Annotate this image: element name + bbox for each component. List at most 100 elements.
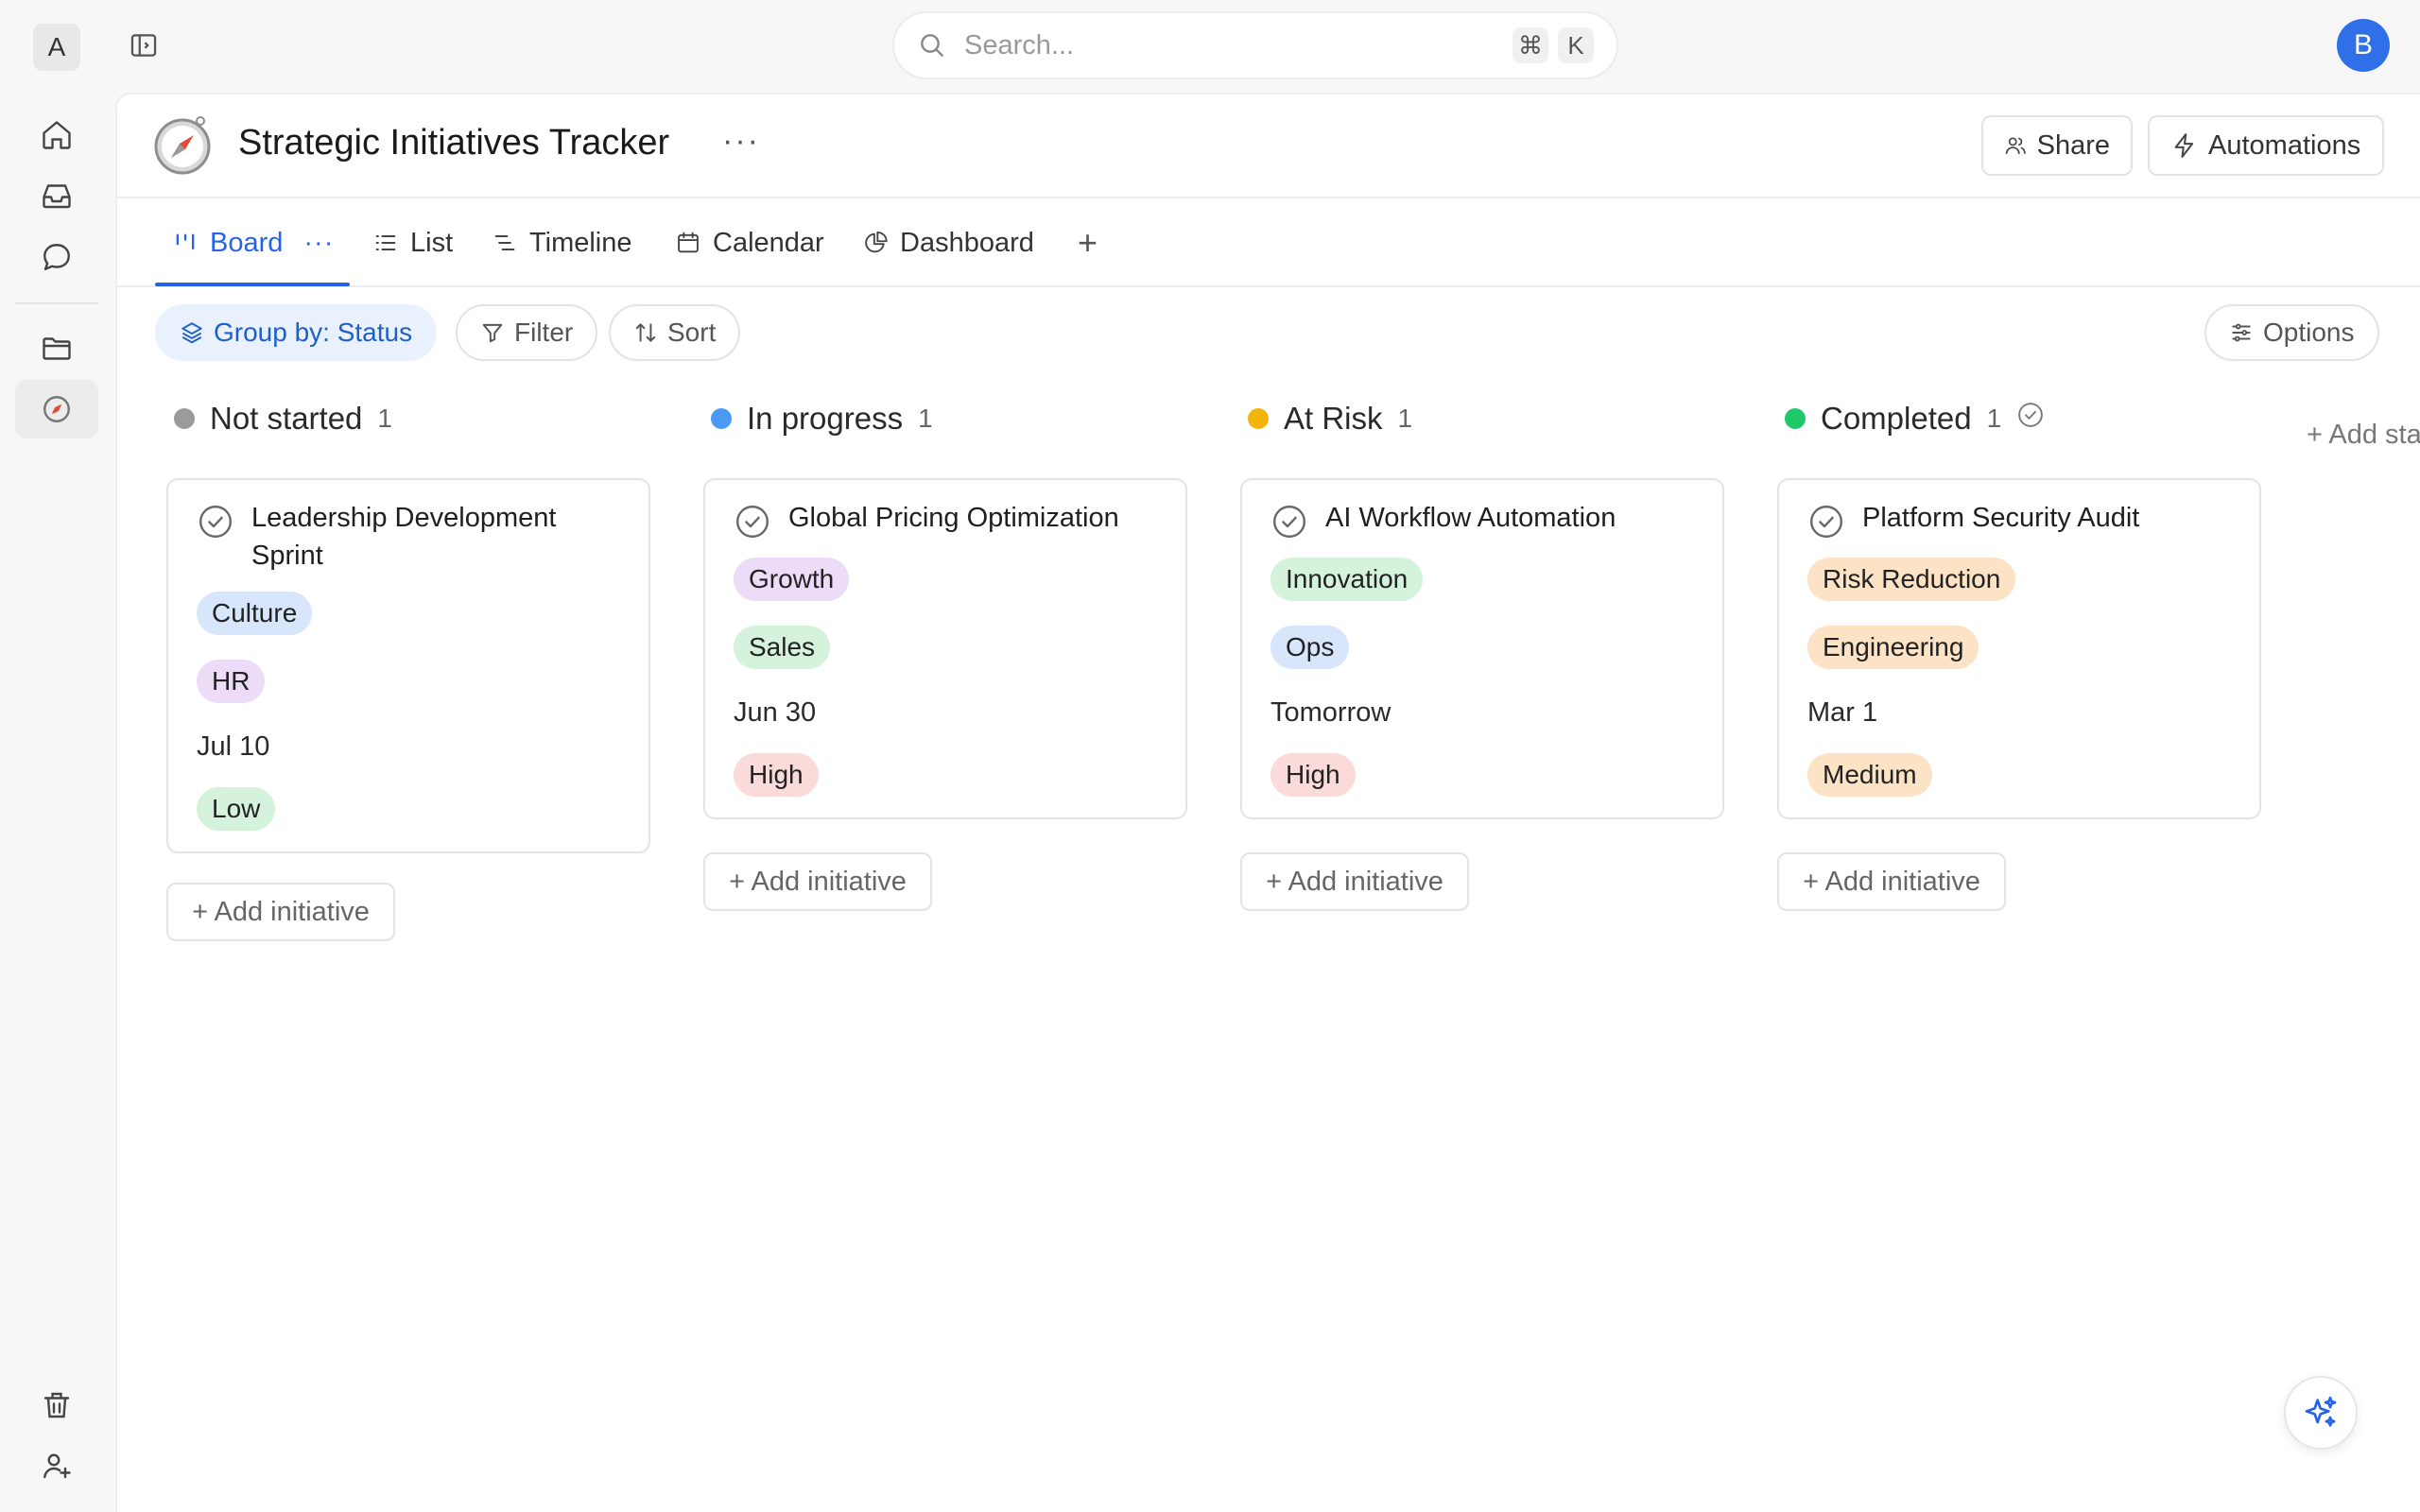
priority-tag[interactable]: Medium — [1807, 753, 1932, 797]
priority-tag[interactable]: Low — [197, 787, 276, 831]
sliders-icon — [2232, 323, 2251, 342]
priority-tag[interactable]: High — [1270, 753, 1356, 797]
initiative-card[interactable]: Global Pricing Optimization Growth Sales… — [703, 478, 1187, 819]
initiative-card[interactable]: AI Workflow Automation Innovation Ops To… — [1240, 478, 1724, 819]
add-initiative-button[interactable]: + Add initiative — [1777, 852, 2006, 911]
search-bar[interactable]: ⌘ K — [892, 11, 1618, 79]
initiative-card[interactable]: Leadership Development Sprint Culture HR… — [166, 478, 650, 853]
trash-button[interactable] — [15, 1376, 98, 1435]
tab-timeline-label: Timeline — [529, 227, 632, 258]
column-count: 1 — [1397, 404, 1413, 433]
tag[interactable]: Culture — [197, 592, 313, 635]
share-button[interactable]: Share — [1981, 115, 2133, 176]
sort-label: Sort — [667, 318, 717, 347]
share-label: Share — [2036, 129, 2110, 161]
invite-member-button[interactable] — [15, 1436, 98, 1495]
due-date: Mar 1 — [1807, 697, 1878, 728]
group-by-button[interactable]: Group by: Status — [155, 304, 438, 361]
completed-status-icon — [2016, 401, 2045, 437]
chat-button[interactable] — [15, 228, 98, 286]
tab-board[interactable]: Board ··· — [172, 198, 334, 287]
column-count: 1 — [918, 404, 933, 433]
initiative-card[interactable]: Platform Security Audit Risk Reduction E… — [1777, 478, 2261, 819]
tag[interactable]: Growth — [734, 558, 850, 601]
check-circle-icon[interactable] — [1807, 503, 1845, 541]
column-header-at-risk[interactable]: At Risk 1 — [1248, 401, 1412, 437]
inbox-button[interactable] — [15, 166, 98, 225]
tab-calendar[interactable]: Calendar — [675, 198, 824, 287]
column-name: At Risk — [1284, 401, 1383, 436]
automations-button[interactable]: Automations — [2148, 115, 2384, 176]
ai-assistant-button[interactable] — [2284, 1376, 2358, 1450]
card-title: AI Workflow Automation — [1325, 503, 1616, 533]
filter-button[interactable]: Filter — [456, 304, 598, 361]
shortcut-key: K — [1558, 27, 1594, 63]
tag[interactable]: HR — [197, 660, 266, 703]
due-date: Jun 30 — [734, 697, 817, 728]
filter-icon — [482, 323, 503, 343]
check-circle-icon[interactable] — [1270, 503, 1308, 541]
timeline-icon — [494, 234, 515, 251]
compass-icon — [43, 396, 70, 422]
priority-tag[interactable]: High — [734, 753, 819, 797]
toggle-sidebar-button[interactable] — [125, 26, 163, 64]
tab-list[interactable]: List — [372, 198, 453, 287]
options-button[interactable]: Options — [2204, 304, 2379, 361]
status-dot — [711, 408, 732, 429]
automations-label: Automations — [2208, 129, 2361, 161]
search-icon — [921, 34, 943, 57]
tag[interactable]: Innovation — [1270, 558, 1424, 601]
tab-dashboard[interactable]: Dashboard — [862, 198, 1034, 287]
column-header-completed[interactable]: Completed 1 — [1785, 401, 2045, 437]
card-title: Global Pricing Optimization — [788, 503, 1119, 533]
filter-label: Filter — [514, 318, 574, 347]
board-more-button[interactable]: ··· — [303, 228, 334, 259]
layers-icon — [182, 322, 202, 344]
home-icon — [43, 121, 71, 149]
home-button[interactable] — [15, 106, 98, 164]
tag[interactable]: Sales — [734, 626, 831, 669]
user-avatar[interactable]: B — [2337, 19, 2390, 72]
check-circle-icon[interactable] — [197, 503, 234, 541]
status-dot — [1248, 408, 1269, 429]
current-page-button[interactable] — [15, 380, 98, 438]
group-by-label: Group by: Status — [214, 318, 413, 347]
page-header: Strategic Initiatives Tracker ··· Share … — [117, 94, 2420, 198]
tag[interactable]: Engineering — [1807, 626, 1979, 669]
left-rail: A — [0, 0, 115, 1512]
calendar-icon — [678, 232, 699, 253]
workspace-avatar[interactable]: A — [33, 24, 80, 71]
tag[interactable]: Ops — [1270, 626, 1350, 669]
board-icon — [176, 233, 195, 249]
due-date: Tomorrow — [1270, 697, 1392, 728]
tab-timeline[interactable]: Timeline — [492, 198, 632, 287]
projects-button[interactable] — [15, 319, 98, 378]
status-dot — [1785, 408, 1806, 429]
tag[interactable]: Risk Reduction — [1807, 558, 2016, 601]
column-name: Completed — [1821, 401, 1972, 436]
sparkles-icon — [2305, 1396, 2337, 1427]
add-initiative-button[interactable]: + Add initiative — [1240, 852, 1469, 911]
tab-dashboard-label: Dashboard — [900, 227, 1034, 258]
page-title: Strategic Initiatives Tracker — [238, 123, 670, 163]
column-header-in-progress[interactable]: In progress 1 — [711, 401, 933, 437]
add-initiative-button[interactable]: + Add initiative — [166, 883, 395, 941]
tab-calendar-label: Calendar — [713, 227, 824, 258]
add-status-button[interactable]: + Add status — [2307, 420, 2420, 451]
column-header-not-started[interactable]: Not started 1 — [174, 401, 392, 437]
sort-icon — [635, 323, 656, 342]
add-initiative-button[interactable]: + Add initiative — [703, 852, 932, 911]
card-title: Leadership Development Sprint — [251, 503, 557, 571]
column-name: Not started — [210, 401, 363, 436]
page-more-button[interactable]: ··· — [722, 123, 760, 160]
add-view-button[interactable]: + — [1078, 198, 1098, 287]
active-tab-indicator — [155, 283, 350, 286]
sort-button[interactable]: Sort — [609, 304, 741, 361]
compass-icon[interactable] — [151, 113, 214, 176]
users-icon — [2005, 137, 2026, 155]
search-input[interactable] — [964, 29, 1512, 61]
check-circle-icon[interactable] — [734, 503, 771, 541]
card-title: Platform Security Audit — [1862, 503, 2140, 533]
add-user-icon — [43, 1453, 71, 1479]
tab-list-label: List — [410, 227, 454, 258]
